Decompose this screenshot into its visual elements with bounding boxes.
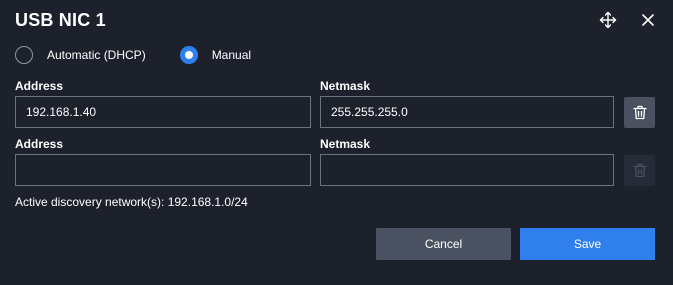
save-button[interactable]: Save: [520, 228, 655, 260]
dialog-title: USB NIC 1: [15, 10, 106, 30]
ip-mode-radio-group: Automatic (DHCP) Manual: [15, 44, 251, 66]
radio-option-manual[interactable]: Manual: [179, 46, 252, 64]
move-icon[interactable]: [598, 10, 618, 30]
address-label: Address: [15, 137, 64, 151]
radio-label-manual: Manual: [211, 48, 252, 62]
address-label: Address: [15, 79, 64, 93]
radio-option-automatic-dhcp[interactable]: Automatic (DHCP): [15, 46, 146, 64]
radio-button-automatic-dhcp[interactable]: [15, 46, 33, 64]
netmask-label: Netmask: [320, 79, 371, 93]
delete-row-button: [624, 155, 655, 186]
cancel-button[interactable]: Cancel: [376, 228, 511, 260]
trash-icon: [632, 163, 647, 178]
address-input[interactable]: [15, 154, 311, 186]
delete-row-button[interactable]: [624, 97, 655, 128]
radio-button-manual[interactable]: [179, 46, 198, 64]
radio-label-automatic-dhcp: Automatic (DHCP): [47, 48, 146, 62]
usb-nic-dialog: USB NIC 1 Automatic (DHCP) Manual Addres…: [0, 0, 673, 285]
trash-icon: [632, 105, 647, 120]
address-input[interactable]: [15, 96, 311, 128]
close-icon[interactable]: [638, 10, 658, 30]
active-discovery-networks: Active discovery network(s): 192.168.1.0…: [15, 195, 248, 209]
netmask-input[interactable]: [320, 96, 614, 128]
netmask-label: Netmask: [320, 137, 371, 151]
netmask-input[interactable]: [320, 154, 614, 186]
